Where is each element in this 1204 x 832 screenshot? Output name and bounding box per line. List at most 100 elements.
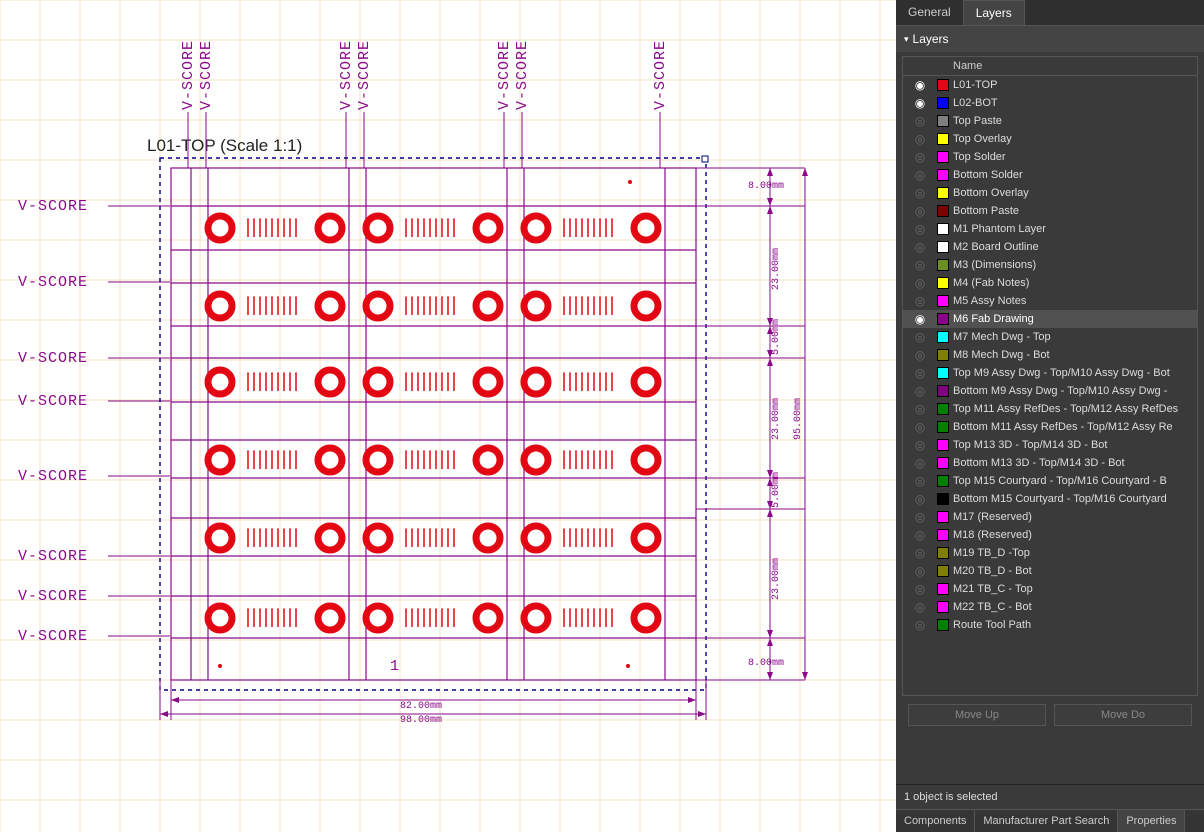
layer-color-swatch[interactable] <box>937 511 949 523</box>
layer-row[interactable]: ◎ Top Solder <box>903 148 1197 166</box>
visibility-icon[interactable]: ◎ <box>907 438 933 452</box>
layer-row[interactable]: ◎ M17 (Reserved) <box>903 508 1197 526</box>
visibility-icon[interactable]: ◎ <box>907 528 933 542</box>
visibility-icon[interactable]: ◎ <box>907 366 933 380</box>
layer-color-swatch[interactable] <box>937 187 949 199</box>
section-header-layers[interactable]: Layers <box>896 26 1204 52</box>
layer-row[interactable]: ◎ Top M9 Assy Dwg - Top/M10 Assy Dwg - B… <box>903 364 1197 382</box>
visibility-icon[interactable]: ◎ <box>907 384 933 398</box>
visibility-icon[interactable]: ◎ <box>907 186 933 200</box>
visibility-icon[interactable]: ◉ <box>907 312 933 326</box>
visibility-icon[interactable]: ◎ <box>907 204 933 218</box>
visibility-icon[interactable]: ◎ <box>907 474 933 488</box>
layer-row[interactable]: ◎ Top M11 Assy RefDes - Top/M12 Assy Ref… <box>903 400 1197 418</box>
visibility-icon[interactable]: ◎ <box>907 402 933 416</box>
layer-row[interactable]: ◎ M20 TB_D - Bot <box>903 562 1197 580</box>
visibility-icon[interactable]: ◎ <box>907 150 933 164</box>
layer-row[interactable]: ◎ Top Overlay <box>903 130 1197 148</box>
layer-row[interactable]: ◎ Bottom Overlay <box>903 184 1197 202</box>
visibility-icon[interactable]: ◎ <box>907 564 933 578</box>
visibility-icon[interactable]: ◎ <box>907 618 933 632</box>
layer-row[interactable]: ◎ M3 (Dimensions) <box>903 256 1197 274</box>
layer-row[interactable]: ◉ L02-BOT <box>903 94 1197 112</box>
layer-row[interactable]: ◎ M1 Phantom Layer <box>903 220 1197 238</box>
layer-row[interactable]: ◎ Bottom Paste <box>903 202 1197 220</box>
layer-color-swatch[interactable] <box>937 565 949 577</box>
tab-components[interactable]: Components <box>896 810 975 832</box>
tab-mfr-search[interactable]: Manufacturer Part Search <box>975 810 1118 832</box>
layer-color-swatch[interactable] <box>937 223 949 235</box>
visibility-icon[interactable]: ◎ <box>907 114 933 128</box>
tab-properties[interactable]: Properties <box>1118 810 1185 832</box>
layer-color-swatch[interactable] <box>937 331 949 343</box>
layer-color-swatch[interactable] <box>937 277 949 289</box>
visibility-icon[interactable]: ◎ <box>907 258 933 272</box>
layer-row[interactable]: ◎ M22 TB_C - Bot <box>903 598 1197 616</box>
layer-color-swatch[interactable] <box>937 259 949 271</box>
layer-color-swatch[interactable] <box>937 241 949 253</box>
layer-color-swatch[interactable] <box>937 457 949 469</box>
layer-row[interactable]: ◎ Bottom M13 3D - Top/M14 3D - Bot <box>903 454 1197 472</box>
layer-row[interactable]: ◎ Bottom M15 Courtyard - Top/M16 Courtya… <box>903 490 1197 508</box>
visibility-icon[interactable]: ◎ <box>907 330 933 344</box>
selection-handle[interactable] <box>702 156 708 162</box>
visibility-icon[interactable]: ◎ <box>907 582 933 596</box>
layer-color-swatch[interactable] <box>937 475 949 487</box>
layer-row[interactable]: ◎ M5 Assy Notes <box>903 292 1197 310</box>
layer-color-swatch[interactable] <box>937 97 949 109</box>
layer-color-swatch[interactable] <box>937 151 949 163</box>
layer-row[interactable]: ◎ M21 TB_C - Top <box>903 580 1197 598</box>
visibility-icon[interactable]: ◎ <box>907 168 933 182</box>
layer-row[interactable]: ◎ M18 (Reserved) <box>903 526 1197 544</box>
visibility-icon[interactable]: ◎ <box>907 492 933 506</box>
visibility-icon[interactable]: ◎ <box>907 546 933 560</box>
layer-color-swatch[interactable] <box>937 79 949 91</box>
visibility-icon[interactable]: ◎ <box>907 510 933 524</box>
layer-color-swatch[interactable] <box>937 367 949 379</box>
layer-color-swatch[interactable] <box>937 169 949 181</box>
layer-row[interactable]: ◉ L01-TOP <box>903 76 1197 94</box>
visibility-icon[interactable]: ◎ <box>907 240 933 254</box>
layer-color-swatch[interactable] <box>937 385 949 397</box>
layer-color-swatch[interactable] <box>937 529 949 541</box>
visibility-icon[interactable]: ◎ <box>907 222 933 236</box>
layer-color-swatch[interactable] <box>937 133 949 145</box>
layer-color-swatch[interactable] <box>937 403 949 415</box>
layer-color-swatch[interactable] <box>937 313 949 325</box>
layer-row[interactable]: ◎ Route Tool Path <box>903 616 1197 634</box>
layer-color-swatch[interactable] <box>937 295 949 307</box>
layer-row[interactable]: ◎ Top M13 3D - Top/M14 3D - Bot <box>903 436 1197 454</box>
layer-row[interactable]: ◎ M2 Board Outline <box>903 238 1197 256</box>
visibility-icon[interactable]: ◎ <box>907 456 933 470</box>
layer-color-swatch[interactable] <box>937 601 949 613</box>
layer-color-swatch[interactable] <box>937 205 949 217</box>
tab-general[interactable]: General <box>896 0 963 25</box>
move-up-button[interactable]: Move Up <box>908 704 1046 726</box>
layer-color-swatch[interactable] <box>937 349 949 361</box>
layer-row[interactable]: ◉ M6 Fab Drawing <box>903 310 1197 328</box>
visibility-icon[interactable]: ◉ <box>907 78 933 92</box>
layer-row[interactable]: ◎ M8 Mech Dwg - Bot <box>903 346 1197 364</box>
tab-layers[interactable]: Layers <box>963 0 1025 25</box>
layer-color-swatch[interactable] <box>937 115 949 127</box>
pcb-canvas[interactable]: L01-TOP (Scale 1:1) V-SCOREV-SCOREV-SCOR… <box>0 0 896 832</box>
layer-row[interactable]: ◎ Bottom Solder <box>903 166 1197 184</box>
visibility-icon[interactable]: ◎ <box>907 294 933 308</box>
layer-row[interactable]: ◎ Top Paste <box>903 112 1197 130</box>
layer-row[interactable]: ◎ M19 TB_D -Top <box>903 544 1197 562</box>
visibility-icon[interactable]: ◎ <box>907 348 933 362</box>
visibility-icon[interactable]: ◎ <box>907 132 933 146</box>
layer-row[interactable]: ◎ M4 (Fab Notes) <box>903 274 1197 292</box>
visibility-icon[interactable]: ◉ <box>907 96 933 110</box>
layer-color-swatch[interactable] <box>937 421 949 433</box>
layer-color-swatch[interactable] <box>937 439 949 451</box>
layer-row[interactable]: ◎ Top M15 Courtyard - Top/M16 Courtyard … <box>903 472 1197 490</box>
layers-list[interactable]: Name ◉ L01-TOP◉ L02-BOT◎ Top Paste◎ Top … <box>902 56 1198 696</box>
visibility-icon[interactable]: ◎ <box>907 600 933 614</box>
layer-color-swatch[interactable] <box>937 619 949 631</box>
layer-color-swatch[interactable] <box>937 547 949 559</box>
visibility-icon[interactable]: ◎ <box>907 420 933 434</box>
layer-row[interactable]: ◎ Bottom M9 Assy Dwg - Top/M10 Assy Dwg … <box>903 382 1197 400</box>
move-down-button[interactable]: Move Do <box>1054 704 1192 726</box>
layer-row[interactable]: ◎ M7 Mech Dwg - Top <box>903 328 1197 346</box>
